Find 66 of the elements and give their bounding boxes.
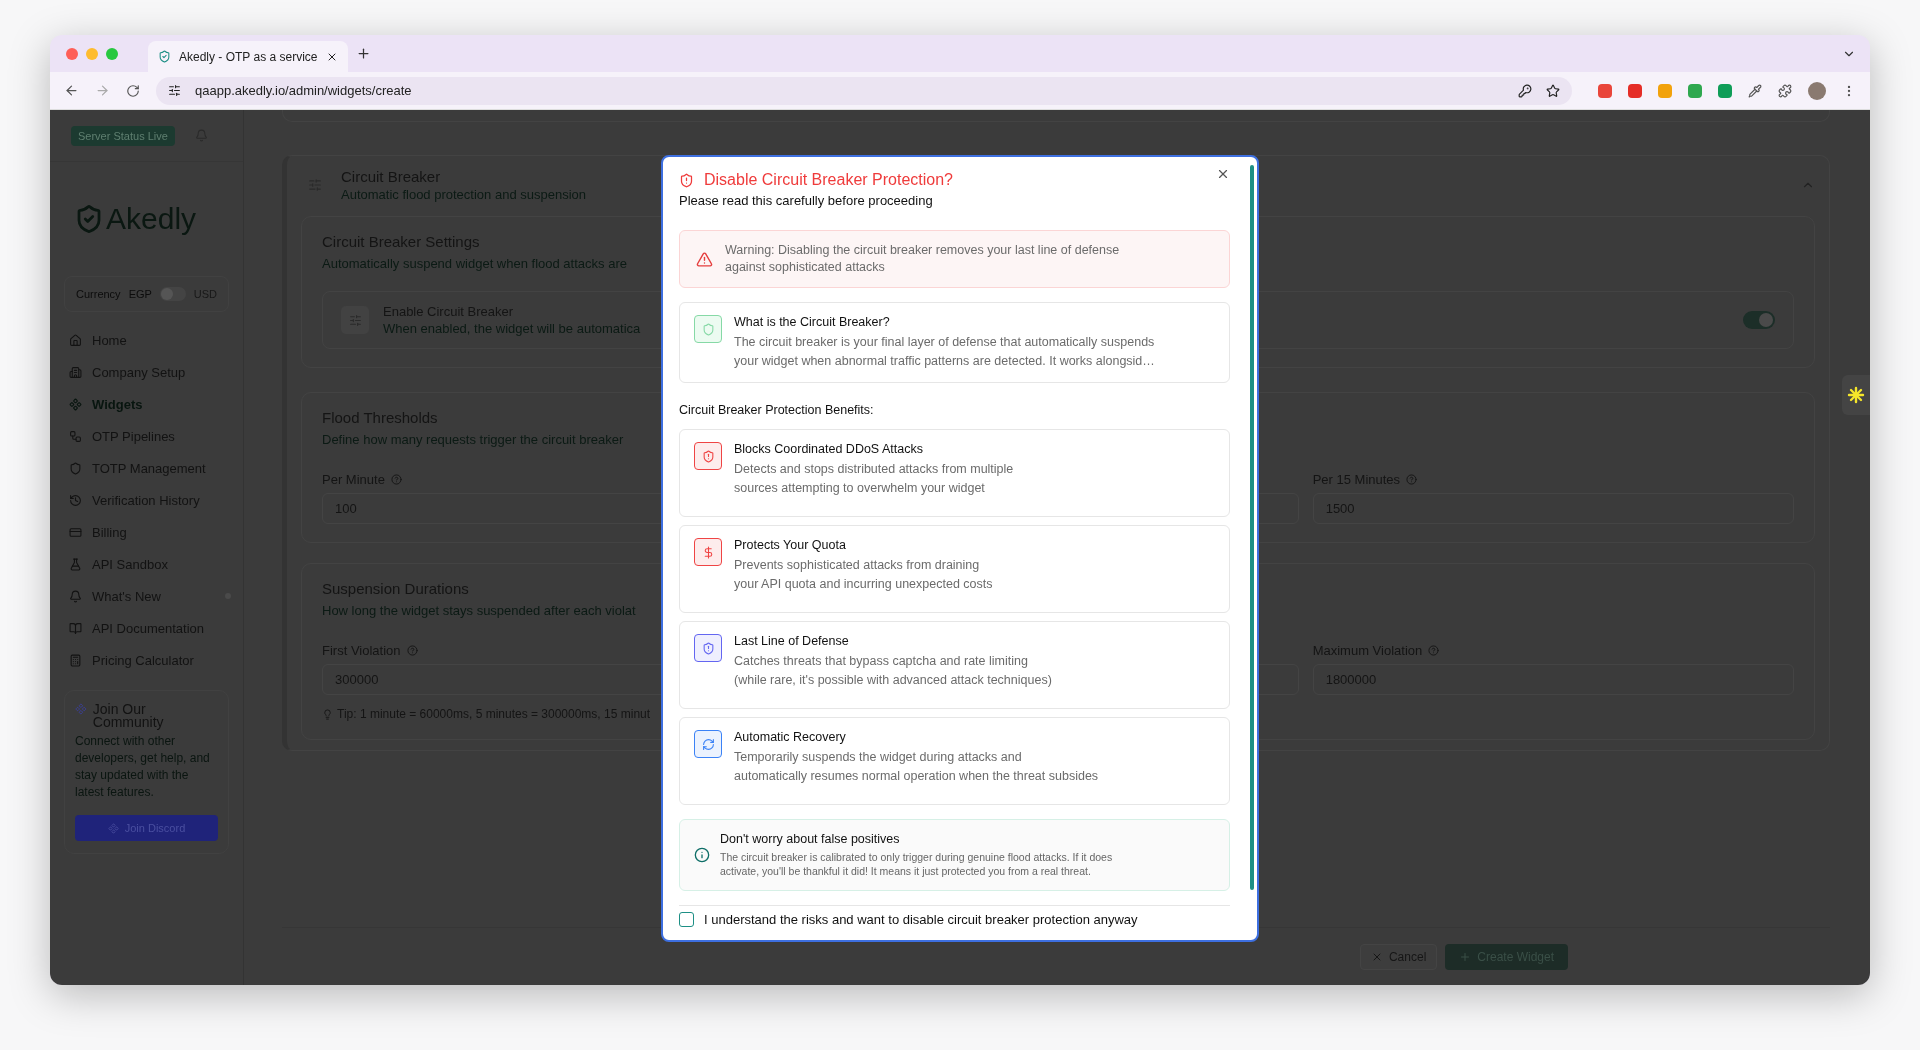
- info-title: What is the Circuit Breaker?: [734, 315, 891, 329]
- circuit-icon: [341, 306, 369, 334]
- book-icon: [69, 621, 82, 635]
- bell-icon: [69, 589, 82, 603]
- flask-icon: [69, 557, 82, 571]
- avatar[interactable]: [1808, 81, 1826, 100]
- scrollbar[interactable]: [1250, 165, 1254, 890]
- shield-icon: [701, 322, 715, 336]
- card-icon: [69, 525, 82, 539]
- shield-icon: [69, 461, 82, 475]
- checkbox-label[interactable]: I understand the risks and want to disable circuit breaker protection anyway: [704, 912, 1138, 927]
- close-button[interactable]: [1216, 167, 1230, 181]
- benefit-title: Blocks Coordinated DDoS Attacks: [734, 442, 924, 456]
- address-bar[interactable]: qaapp.akedly.io/admin/widgets/create: [156, 76, 1572, 105]
- browser-tab[interactable]: Akedly - OTP as a service: [148, 41, 348, 72]
- checkbox[interactable]: [679, 912, 694, 927]
- help-icon: [1428, 644, 1440, 656]
- diamond-icon: [69, 397, 82, 411]
- extension-icon[interactable]: [1628, 83, 1642, 98]
- shield-icon: [158, 50, 171, 63]
- puzzle-icon[interactable]: [1778, 83, 1792, 98]
- dialog-subtitle: Please read this carefully before proceeding: [679, 193, 934, 208]
- help-icon: [1406, 473, 1418, 485]
- pipette-icon[interactable]: [1748, 83, 1762, 98]
- extension-icon[interactable]: [1718, 83, 1732, 98]
- plus-icon: [1459, 950, 1472, 963]
- dialog-title: Disable Circuit Breaker Protection?: [704, 171, 953, 189]
- asterisk-icon: [1847, 386, 1865, 404]
- benefits-heading: Circuit Breaker Protection Benefits:: [679, 403, 875, 417]
- warning-icon: [696, 250, 713, 268]
- shield-icon: [701, 641, 715, 655]
- new-tab-icon[interactable]: [356, 46, 371, 61]
- building-icon: [69, 365, 82, 379]
- benefit-title: Last Line of Defense: [734, 634, 850, 648]
- note-title: Don't worry about false positives: [720, 832, 901, 846]
- site-settings-icon: [168, 84, 181, 97]
- refresh-icon: [701, 737, 715, 751]
- toggle-switch[interactable]: [159, 287, 186, 301]
- status-badge: Server Status Live: [71, 125, 175, 146]
- workflow-icon: [69, 429, 82, 443]
- forward-icon[interactable]: [95, 83, 110, 98]
- help-icon: [390, 473, 402, 485]
- extension-icon[interactable]: [1598, 83, 1612, 98]
- key-icon[interactable]: [1518, 83, 1532, 98]
- star-icon[interactable]: [1546, 83, 1560, 98]
- lightbulb-icon: [322, 708, 333, 720]
- shield-alert-icon: [679, 172, 694, 188]
- shield-icon: [701, 449, 715, 463]
- reload-icon[interactable]: [126, 83, 140, 98]
- close-window-icon[interactable]: [66, 47, 78, 60]
- benefit-text: Temporarily suspends the widget during attacks and automatically resumes normal operation when the threat subsides: [734, 749, 1099, 785]
- toggle-switch[interactable]: [1743, 311, 1775, 329]
- benefit-title: Automatic Recovery: [734, 730, 847, 744]
- note-text: The circuit breaker is calibrated to only trigger during genuine flood attacks. If it does activate, you'll be thankful it did! It means it just protected you from a real threat.: [720, 850, 1113, 878]
- warning-text: Warning: Disabling the circuit breaker removes your last line of defense against sophisticated attacks: [725, 242, 1120, 276]
- benefit-text: Prevents sophisticated attacks from draining your API quota and incurring unexpected costs: [734, 557, 993, 593]
- home-icon: [69, 333, 82, 347]
- floating-widget[interactable]: [1842, 375, 1870, 415]
- history-icon: [69, 493, 82, 507]
- extension-icon[interactable]: [1688, 83, 1702, 98]
- info-text: The circuit breaker is your final layer of defense that automatically suspends your widget when abnormal traffic patterns are detected. It works alongsid…: [734, 334, 1155, 370]
- back-icon[interactable]: [64, 83, 79, 98]
- info-icon: [694, 847, 710, 863]
- help-icon: [406, 644, 418, 656]
- benefit-title: Protects Your Quota: [734, 538, 847, 552]
- calculator-icon: [69, 653, 82, 667]
